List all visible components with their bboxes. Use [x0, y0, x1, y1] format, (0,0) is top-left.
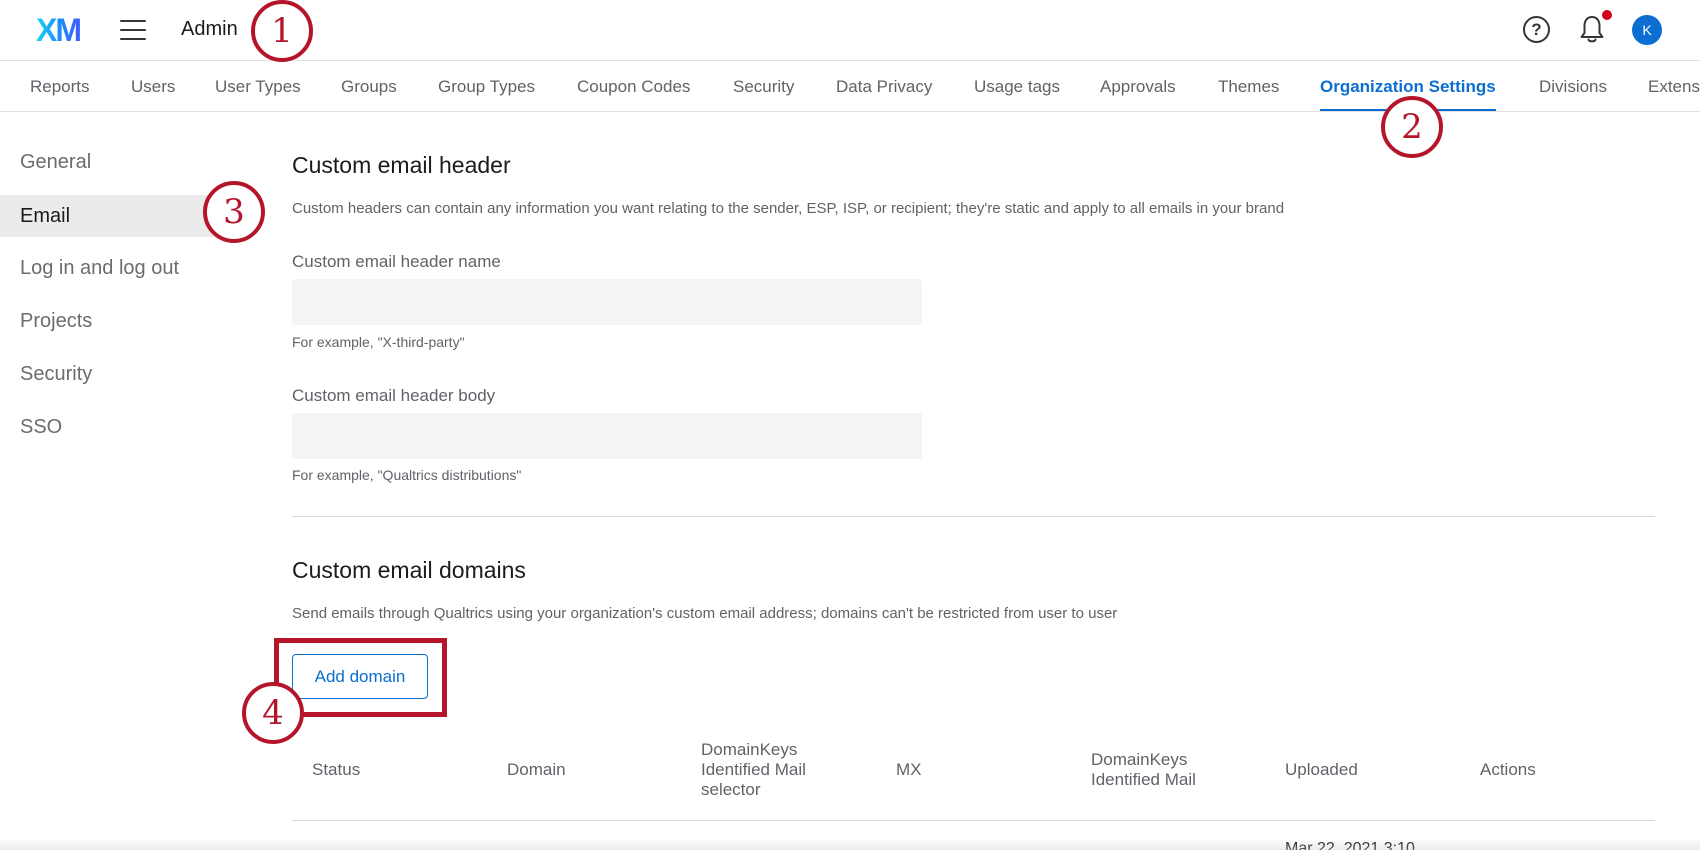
- custom-email-domains-title: Custom email domains: [292, 557, 526, 583]
- custom-email-header-title: Custom email header: [292, 152, 511, 178]
- tab-usage-tags[interactable]: Usage tags: [974, 62, 1060, 111]
- sidebar-item-log-in-and-log-out[interactable]: Log in and log out: [0, 242, 250, 295]
- custom-email-domains-description: Send emails through Qualtrics using your…: [292, 605, 1118, 622]
- column-header-dkim[interactable]: DomainKeys Identified Mail: [1091, 750, 1216, 790]
- bell-icon[interactable]: [1578, 14, 1606, 44]
- header-body-hint: For example, "Qualtrics distributions": [292, 467, 522, 483]
- callout-4: 4: [242, 682, 304, 744]
- header-name-label: Custom email header name: [292, 252, 501, 271]
- tab-users[interactable]: Users: [131, 62, 175, 111]
- column-header-status[interactable]: Status: [312, 760, 360, 780]
- admin-tabs: Reports Users User Types Groups Group Ty…: [0, 62, 1700, 112]
- callout-3: 3: [203, 181, 265, 243]
- avatar[interactable]: K: [1632, 15, 1662, 45]
- tab-coupon-codes[interactable]: Coupon Codes: [577, 62, 690, 111]
- sidebar-item-sso[interactable]: SSO: [0, 401, 250, 454]
- settings-sidebar: General Email Log in and log out Project…: [0, 136, 250, 454]
- column-header-mx[interactable]: MX: [896, 760, 922, 780]
- column-header-domain[interactable]: Domain: [507, 760, 566, 780]
- notification-dot: [1602, 10, 1612, 20]
- sidebar-item-security[interactable]: Security: [0, 348, 250, 401]
- help-icon[interactable]: ?: [1523, 16, 1550, 43]
- header-name-input[interactable]: [292, 279, 922, 325]
- tab-group-types[interactable]: Group Types: [438, 62, 535, 111]
- header-body-input[interactable]: [292, 413, 922, 459]
- table-header-divider: [292, 820, 1655, 821]
- header-body-label: Custom email header body: [292, 386, 496, 405]
- tab-user-types[interactable]: User Types: [215, 62, 301, 111]
- tab-reports[interactable]: Reports: [30, 62, 90, 111]
- sidebar-item-projects[interactable]: Projects: [0, 295, 250, 348]
- tab-security[interactable]: Security: [733, 62, 794, 111]
- tab-extensions[interactable]: Extens: [1648, 62, 1700, 111]
- custom-email-header-description: Custom headers can contain any informati…: [292, 200, 1285, 217]
- callout-2: 2: [1381, 96, 1443, 158]
- table-cell-uploaded: Mar 22, 2021 3:10: [1285, 840, 1415, 850]
- column-header-dkim-selector[interactable]: DomainKeys Identified Mail selector: [701, 740, 841, 800]
- sidebar-item-general[interactable]: General: [0, 136, 250, 189]
- callout-1: 1: [251, 0, 313, 62]
- section-divider: [292, 516, 1655, 517]
- tab-data-privacy[interactable]: Data Privacy: [836, 62, 932, 111]
- tab-groups[interactable]: Groups: [341, 62, 397, 111]
- tab-divisions[interactable]: Divisions: [1539, 62, 1607, 111]
- header-name-hint: For example, "X-third-party": [292, 334, 465, 350]
- menu-icon[interactable]: [120, 20, 146, 40]
- column-header-actions[interactable]: Actions: [1480, 760, 1536, 780]
- column-header-uploaded[interactable]: Uploaded: [1285, 760, 1358, 780]
- tab-themes[interactable]: Themes: [1218, 62, 1279, 111]
- bottom-shadow: [0, 838, 1700, 850]
- tab-approvals[interactable]: Approvals: [1100, 62, 1176, 111]
- xm-logo[interactable]: XM: [36, 13, 82, 47]
- page-title: Admin: [181, 18, 238, 40]
